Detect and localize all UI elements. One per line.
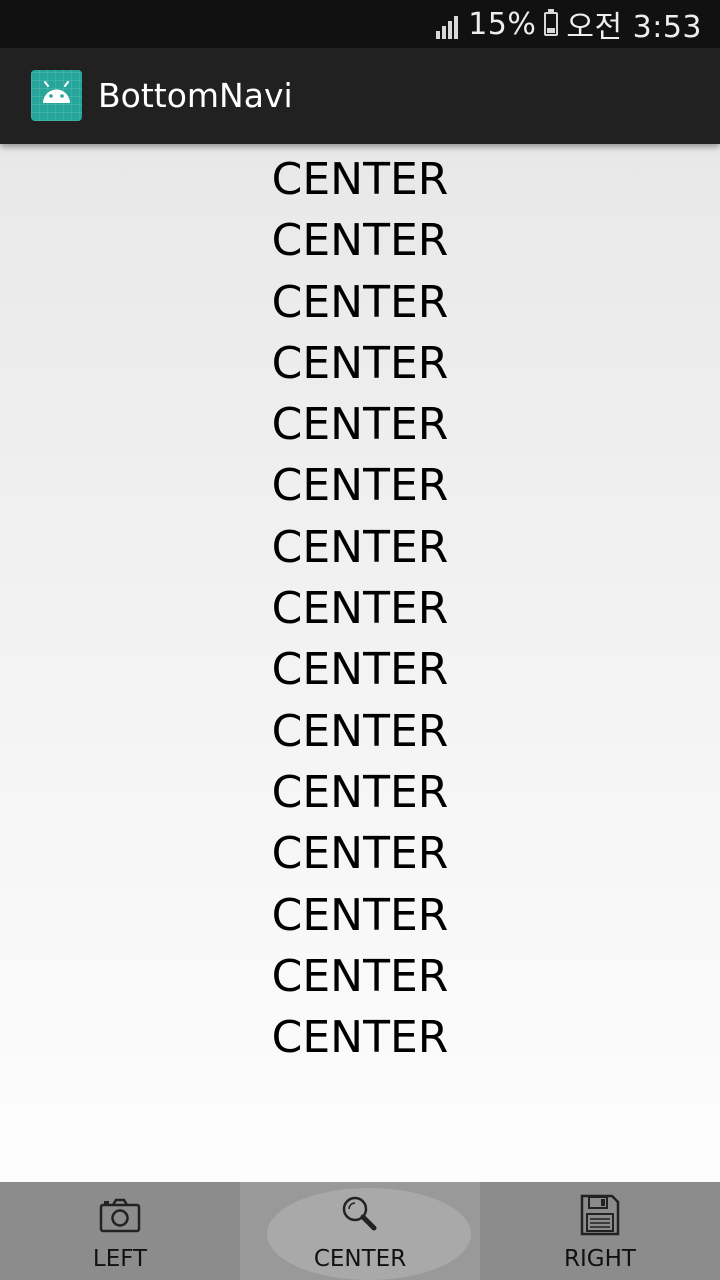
search-icon: [342, 1196, 377, 1231]
status-time: 오전 3:53: [566, 10, 702, 45]
center-text: CENTER: [271, 337, 449, 389]
center-text: CENTER: [271, 460, 449, 512]
battery-icon: [544, 9, 559, 36]
center-text: CENTER: [271, 644, 449, 696]
nav-item-center[interactable]: CENTER: [240, 1182, 480, 1280]
nav-label-left: LEFT: [92, 1246, 148, 1272]
center-text: CENTER: [271, 215, 449, 267]
nav-item-right[interactable]: RIGHT: [480, 1182, 720, 1280]
bottom-navigation: LEFT CENTER RIGHT: [0, 1182, 720, 1280]
battery-percent: 15%: [468, 6, 537, 42]
android-icon: [31, 70, 82, 121]
center-text: CENTER: [271, 583, 449, 635]
center-text: CENTER: [271, 399, 449, 451]
center-text: CENTER: [271, 828, 449, 880]
content-area[interactable]: CENTER CENTER CENTER CENTER CENTER CENTE…: [0, 144, 720, 1182]
camera-icon: [99, 1198, 141, 1233]
center-text: CENTER: [271, 521, 449, 573]
center-text: CENTER: [271, 154, 449, 205]
app-title: BottomNavi: [98, 76, 293, 115]
center-text: CENTER: [271, 889, 449, 941]
center-text: CENTER: [271, 950, 449, 1002]
center-text: CENTER: [271, 276, 449, 328]
status-indicators: 15% 오전 3:53: [428, 0, 702, 48]
app-bar: BottomNavi: [0, 48, 720, 144]
save-icon: [580, 1194, 620, 1236]
center-text-list: CENTER CENTER CENTER CENTER CENTER CENTE…: [0, 149, 720, 1068]
signal-icon: [436, 13, 460, 39]
nav-item-left[interactable]: LEFT: [0, 1182, 240, 1280]
nav-label-right: RIGHT: [564, 1246, 636, 1272]
status-bar: 15% 오전 3:53: [0, 0, 720, 48]
center-text: CENTER: [271, 766, 449, 818]
center-text: CENTER: [271, 705, 449, 757]
nav-label-center: CENTER: [313, 1246, 407, 1272]
center-text: CENTER: [271, 1012, 449, 1064]
